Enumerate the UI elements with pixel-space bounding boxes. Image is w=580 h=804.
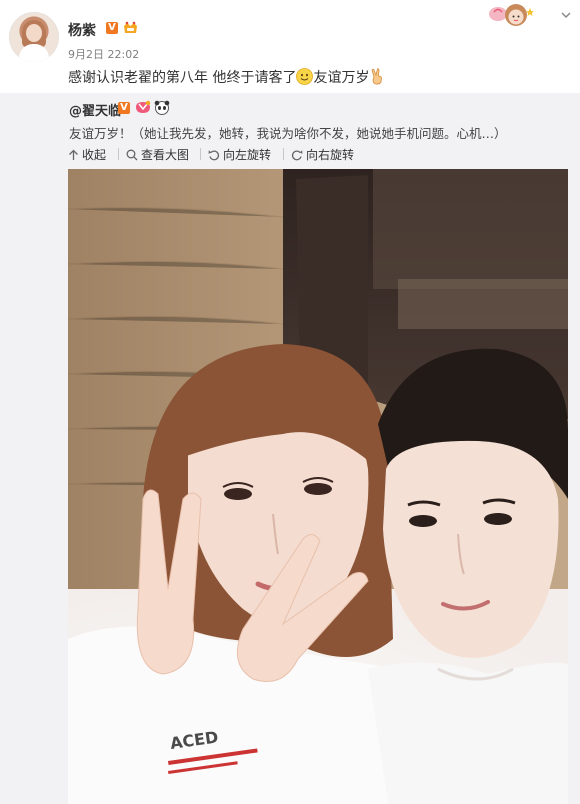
post-timestamp[interactable]: 9月2日 22:02 bbox=[68, 46, 139, 62]
rotate-right-button[interactable]: 向右旋转 bbox=[291, 146, 354, 162]
view-large-label: 查看大图 bbox=[141, 148, 190, 162]
collapse-label: 收起 bbox=[82, 148, 107, 162]
victory-hand-emoji-icon bbox=[372, 68, 383, 85]
view-large-image-button[interactable]: 查看大图 bbox=[126, 146, 189, 162]
smile-emoji-icon bbox=[296, 68, 314, 85]
vip-badge: V bbox=[118, 102, 130, 114]
original-post-text: 友谊万岁！（她让我先发，她转，我说为啥你不发，她说她手机问题。心机…） bbox=[69, 126, 507, 141]
post-username[interactable]: 杨紫 bbox=[68, 20, 96, 40]
collapse-button[interactable]: 收起 bbox=[68, 146, 106, 162]
rotate-left-label: 向左旋转 bbox=[223, 148, 272, 162]
action-separator bbox=[118, 148, 119, 160]
post-text: 感谢认识老翟的第八年 他终于请客了 友谊万岁 bbox=[68, 67, 385, 87]
magnifier-icon bbox=[126, 149, 138, 161]
selfie-photo-illustration: ACED bbox=[68, 169, 568, 804]
action-separator bbox=[283, 148, 284, 160]
action-separator bbox=[200, 148, 201, 160]
weibo-post: 杨紫 V 9月2日 22:02 感谢认识老翟的第八年 他终于请客了 友谊万岁 @… bbox=[0, 0, 580, 804]
chevron-down-icon[interactable] bbox=[561, 10, 571, 20]
rotate-left-button[interactable]: 向左旋转 bbox=[208, 146, 271, 162]
rotate-right-label: 向右旋转 bbox=[306, 148, 355, 162]
member-level-icon[interactable] bbox=[122, 21, 139, 35]
member-level-icon[interactable] bbox=[134, 100, 152, 115]
arrow-up-icon bbox=[69, 149, 78, 160]
avatar-sticker-decoration bbox=[489, 4, 534, 26]
avatar[interactable] bbox=[9, 12, 59, 62]
original-author[interactable]: @翟天临 bbox=[69, 100, 121, 119]
vip-badge: V bbox=[106, 22, 118, 34]
post-photo[interactable]: ACED bbox=[68, 169, 568, 804]
post-text-part-1: 感谢认识老翟的第八年 他终于请客了 bbox=[68, 70, 297, 86]
panda-badge-icon bbox=[154, 100, 170, 115]
post-text-part-2: 友谊万岁 bbox=[313, 70, 370, 86]
rotate-right-icon bbox=[291, 150, 303, 161]
rotate-left-icon bbox=[208, 150, 220, 161]
